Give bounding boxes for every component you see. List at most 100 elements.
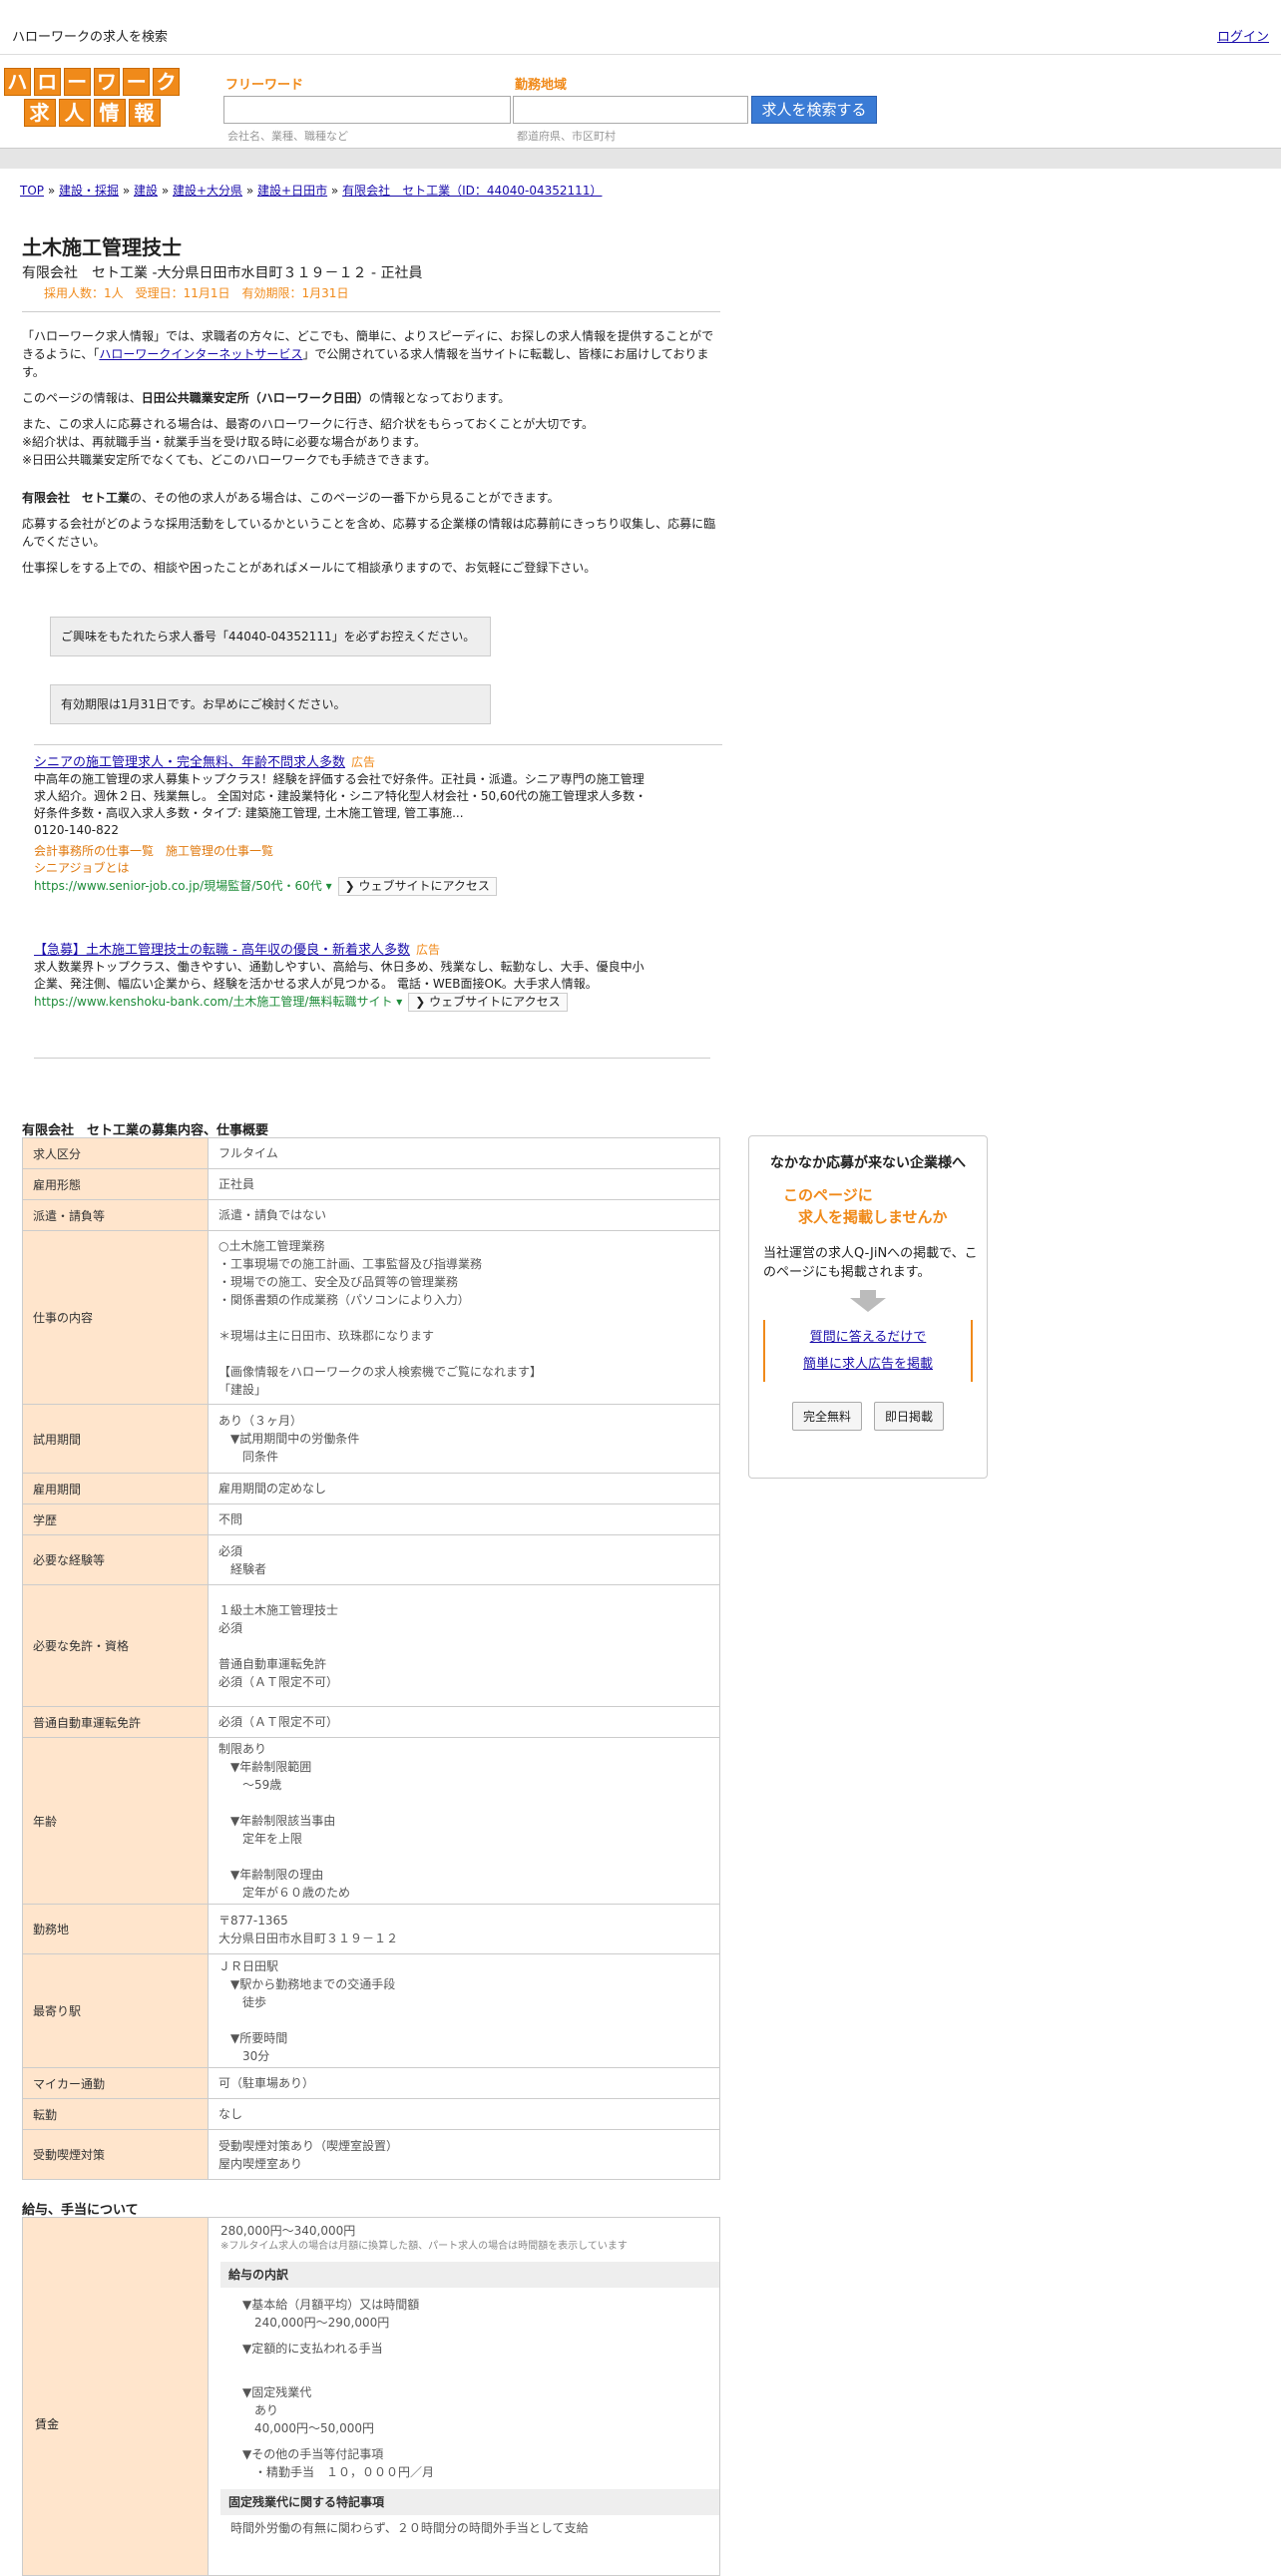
breadcrumb-hita[interactable]: 建設+日田市 bbox=[257, 184, 327, 198]
promo-title: なかなか応募が来ない企業様へ bbox=[770, 1155, 966, 1171]
base-salary: ▼基本給（月額平均）又は時間額 240,000円〜290,000円 bbox=[242, 2298, 420, 2330]
intro-p4: ※紹介状は、再就職手当・就業手当を受け取る時に必要な場合があります。 bbox=[22, 435, 426, 449]
promo-link-box: 質問に答えるだけで 簡単に求人広告を掲載 bbox=[763, 1320, 973, 1382]
intro-p2: このページの情報は、日田公共職業安定所（ハローワーク日田）の情報となっております… bbox=[22, 391, 511, 405]
breadcrumb-oita[interactable]: 建設+大分県 bbox=[173, 184, 242, 198]
intro-p3: また、この求人に応募される場合は、最寄のハローワークに行き、紹介状をもらっておく… bbox=[22, 417, 595, 431]
ad-title[interactable]: 【急募】土木施工管理技士の転職 - 高年収の優良・新着求人多数 bbox=[34, 943, 410, 958]
deadline-notice: 有効期限は1月31日です。お早めにご検討ください。 bbox=[50, 684, 491, 724]
salary-value-cell: 280,000円〜340,000円 ※フルタイム求人の場合は月額に換算した額、パ… bbox=[220, 2222, 719, 2537]
ad-title[interactable]: シニアの施工管理求人・完全無料、年齢不問求人多数 bbox=[34, 755, 345, 770]
overtime-notes: 時間外労働の有無に関わらず、２０時間分の時間外手当として支給 bbox=[230, 2521, 589, 2535]
table-row: マイカー通勤 可（駐車場あり） bbox=[22, 2067, 720, 2099]
area-input[interactable] bbox=[513, 96, 748, 124]
header-divider bbox=[0, 148, 1281, 169]
ad-url-arrow-icon: ▾ bbox=[392, 995, 403, 1009]
down-arrow-icon bbox=[860, 1290, 876, 1298]
salary-table: 賃金 280,000円〜340,000円 ※フルタイム求人の場合は月額に換算した… bbox=[22, 2217, 720, 2576]
promo-link-post-ad[interactable]: 簡単に求人広告を掲載 bbox=[765, 1351, 971, 1378]
salary-breakdown-heading: 給与の内訳 bbox=[220, 2262, 719, 2288]
login-link[interactable]: ログイン bbox=[1217, 26, 1269, 45]
same-day-button[interactable]: 即日掲載 bbox=[874, 1402, 945, 1431]
promo-link-questions[interactable]: 質問に答えるだけで bbox=[765, 1324, 971, 1351]
job-number-notice: ご興味をもたれたら求人番号「44040-04352111」を必ずお控えください。 bbox=[50, 617, 491, 656]
breadcrumb-top[interactable]: TOP bbox=[20, 184, 44, 198]
breadcrumb-construction[interactable]: 建設 bbox=[134, 184, 158, 198]
ad-body: 中高年の施工管理の求人募集トップクラス！経験を評価する会社で好条件。正社員・派遣… bbox=[34, 772, 647, 820]
hellowork-logo[interactable]: ハローワーク 求人情報 bbox=[4, 68, 180, 130]
logo-row-1: ハローワーク bbox=[4, 68, 180, 96]
table-row: 学歴 不問 bbox=[22, 1503, 720, 1535]
salary-range: 280,000円〜340,000円 bbox=[220, 2224, 356, 2238]
ad-block-1: シニアの施工管理求人・完全無料、年齢不問求人多数 広告 中高年の施工管理の求人募集… bbox=[34, 754, 652, 896]
table-row: 必要な経験等 必須 経験者 bbox=[22, 1534, 720, 1585]
table-row: 年齢 制限あり ▼年齢制限範囲 〜59歳 ▼年齢制限該当事由 定年を上限 ▼年齢制… bbox=[22, 1737, 720, 1905]
divider bbox=[34, 744, 722, 745]
keyword-label: フリーワード bbox=[225, 78, 304, 93]
ad-url[interactable]: https://www.senior-job.co.jp/現場監督/50代・60… bbox=[34, 879, 322, 893]
salary-note: ※フルタイム求人の場合は月額に換算した額、パート求人の場合は時間額を表示していま… bbox=[220, 2241, 628, 2252]
job-subtitle: 有限会社 セト工業 -大分県日田市水目町３１９－１２ - 正社員 bbox=[22, 265, 423, 281]
other-allowances: ▼その他の手当等付記事項 ・精勤手当 １０，０００円／月 bbox=[242, 2447, 435, 2479]
ad-sitelink-2[interactable]: シニアジョブとは bbox=[34, 860, 652, 877]
logo-row-2: 求人情報 bbox=[4, 99, 180, 127]
breadcrumb-company[interactable]: 有限会社 セト工業（ID：44040-04352111） bbox=[342, 184, 602, 198]
promo-catch: このページに 求人を掲載しませんか bbox=[783, 1186, 948, 1226]
ad-badge: 広告 bbox=[415, 943, 440, 957]
free-button[interactable]: 完全無料 bbox=[791, 1402, 862, 1431]
fixed-allowance: ▼定額的に支払われる手当 bbox=[242, 2342, 383, 2356]
table-row: 最寄り駅 ＪＲ日田駅 ▼駅から勤務地までの交通手段 徒歩 ▼所要時間 30分 bbox=[22, 1953, 720, 2068]
table-row: 勤務地 〒877-1365 大分県日田市水目町３１９－１２ bbox=[22, 1904, 720, 1954]
breadcrumb-construction-mining[interactable]: 建設・採掘 bbox=[59, 184, 119, 198]
visit-website-button[interactable]: ❯ ウェブサイトにアクセス bbox=[337, 877, 497, 896]
visit-website-button[interactable]: ❯ ウェブサイトにアクセス bbox=[408, 993, 568, 1012]
table-row: 転勤 なし bbox=[22, 2098, 720, 2130]
keyword-placeholder: 会社名、業種、職種など bbox=[227, 130, 348, 143]
salary-heading: 給与、手当について bbox=[22, 2203, 139, 2218]
area-label: 勤務地域 bbox=[515, 78, 568, 93]
table-row: 雇用形態 正社員 bbox=[22, 1168, 720, 1200]
promo-buttons: 完全無料 即日掲載 bbox=[749, 1402, 987, 1431]
table-row: 派遣・請負等 派遣・請負ではない bbox=[22, 1199, 720, 1231]
table-row: 受動喫煙対策 受動喫煙対策あり（喫煙室設置） 屋内喫煙室あり bbox=[22, 2129, 720, 2180]
table-row: 雇用期間 雇用期間の定めなし bbox=[22, 1473, 720, 1504]
divider bbox=[34, 1058, 710, 1059]
job-header: 土木施工管理技士 有限会社 セト工業 -大分県日田市水目町３１９－１２ - 正社… bbox=[22, 231, 720, 301]
table-row: 普通自動車運転免許 必須（ＡＴ限定不可） bbox=[22, 1706, 720, 1738]
intro-p6: 有限会社 セト工業の、その他の求人がある場合は、このページの一番下から見ることが… bbox=[22, 491, 560, 505]
intro-section: 「ハローワーク求人情報」では、求職者の方々に、どこでも、簡単に、よりスピーディに… bbox=[22, 327, 720, 577]
salary-label: 賃金 bbox=[35, 2417, 60, 2431]
intro-p7: 応募する会社がどのような採用活動をしているかということを含め、応募する企業様の情… bbox=[22, 517, 716, 549]
table-row: 仕事の内容 ○土木施工管理業務 ・工事現場での施工計画、工事監督及び指導業務 ・現… bbox=[22, 1230, 720, 1405]
overview-table: 求人区分 フルタイム 雇用形態 正社員 派遣・請負等 派遣・請負ではない 仕事の内容 ○… bbox=[22, 1137, 720, 2180]
job-title: 土木施工管理技士 bbox=[22, 235, 182, 259]
search-button[interactable]: 求人を検索する bbox=[751, 96, 877, 124]
table-row: 必要な免許・資格 １級土木施工管理技士 必須 普通自動車運転免許 必須（ＡＴ限定不… bbox=[22, 1584, 720, 1707]
overview-heading: 有限会社 セト工業の募集内容、仕事概要 bbox=[22, 1123, 269, 1138]
top-bar: ハローワークの求人を検索 ログイン bbox=[0, 0, 1281, 55]
table-row: 求人区分 フルタイム bbox=[22, 1137, 720, 1169]
ad-phone[interactable]: 0120-140-822 bbox=[34, 822, 652, 839]
down-arrow-head-icon bbox=[850, 1298, 886, 1312]
fixed-overtime: ▼固定残業代 あり 40,000円〜50,000円 bbox=[242, 2385, 374, 2435]
job-stats: 採用人数：1人 受理日：11月1日 有効期限：1月31日 bbox=[44, 286, 349, 300]
intro-p1: 「ハローワーク求人情報」では、求職者の方々に、どこでも、簡単に、よりスピーディに… bbox=[22, 329, 714, 379]
ad-sitelinks[interactable]: 会計事務所の仕事一覧 施工管理の仕事一覧 bbox=[34, 843, 652, 860]
intro-p5: ※日田公共職業安定所でなくても、どこのハローワークでも手続きできます。 bbox=[22, 453, 437, 467]
site-title: ハローワークの求人を検索 bbox=[12, 30, 169, 45]
overtime-notes-heading: 固定残業代に関する特記事項 bbox=[220, 2489, 719, 2515]
ad-block-2: 【急募】土木施工管理技士の転職 - 高年収の優良・新着求人多数 広告 求人数業界ト… bbox=[34, 942, 652, 1012]
ad-badge: 広告 bbox=[351, 755, 376, 769]
hellowork-internet-link[interactable]: ハローワークインターネットサービス bbox=[99, 347, 302, 361]
advertise-promo: なかなか応募が来ない企業様へ このページに 求人を掲載しませんか 当社運営の求人… bbox=[748, 1135, 988, 1479]
ad-url-arrow-icon: ▾ bbox=[321, 879, 332, 893]
table-row: 試用期間 あり（３ヶ月） ▼試用期間中の労働条件 同条件 bbox=[22, 1404, 720, 1474]
keyword-input[interactable] bbox=[223, 96, 511, 124]
breadcrumb: TOP » 建設・採掘 » 建設 » 建設+大分県 » 建設+日田市 » 有限会… bbox=[20, 184, 603, 198]
ad-url[interactable]: https://www.kenshoku-bank.com/土木施工管理/無料転… bbox=[34, 995, 392, 1009]
salary-label-cell: 賃金 bbox=[23, 2218, 209, 2575]
divider bbox=[22, 311, 720, 312]
ad-body: 求人数業界トップクラス、働きやすい、通勤しやすい、高給与、休日多め、残業なし、転… bbox=[34, 960, 644, 991]
intro-p8: 仕事探しをする上での、相談や困ったことがあればメールにて相談承りますので、お気軽… bbox=[22, 561, 597, 575]
area-placeholder: 都道府県、市区町村 bbox=[517, 130, 616, 143]
